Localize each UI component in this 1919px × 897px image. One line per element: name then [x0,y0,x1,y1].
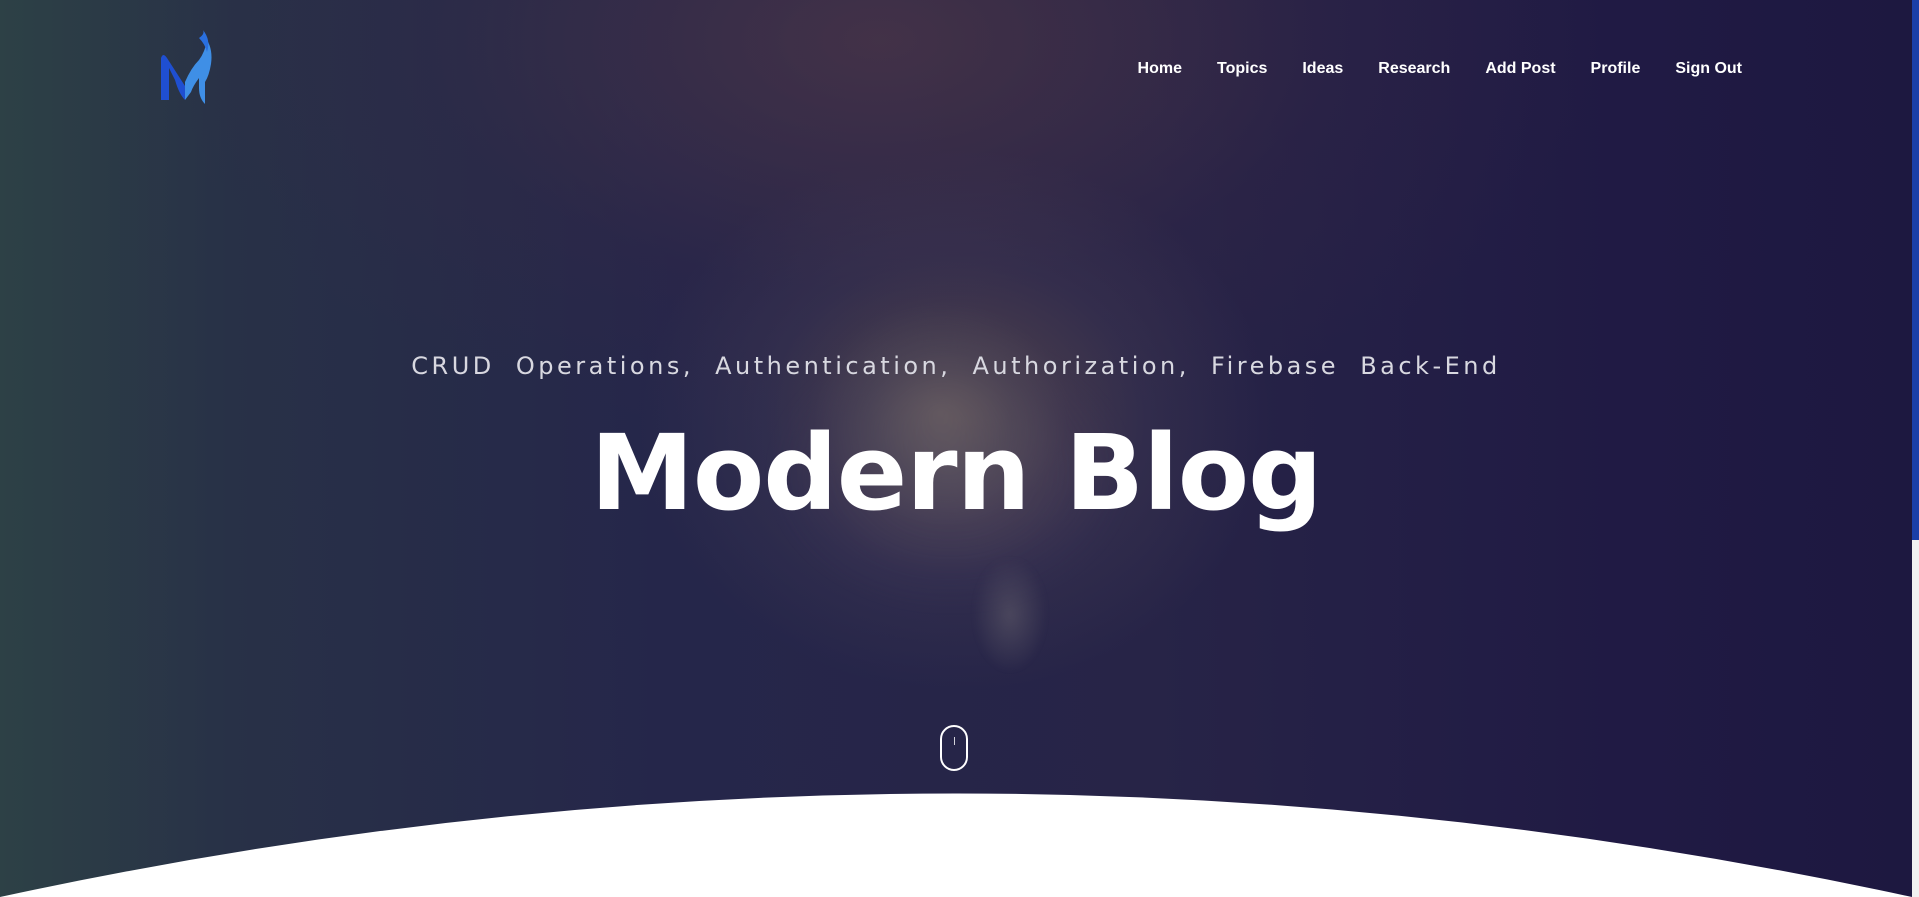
nav-add-post-link[interactable]: Add Post [1485,60,1555,78]
mouse-wheel-indicator [954,737,955,745]
page-scrollbar[interactable] [1912,0,1919,897]
nav-profile-link[interactable]: Profile [1591,60,1641,78]
nav-ideas-link[interactable]: Ideas [1302,60,1343,78]
hero-title: Modern Blog [590,412,1322,534]
scrollbar-thumb[interactable] [1912,0,1919,540]
hero-subtitle: CRUD Operations, Authentication, Authori… [411,352,1501,380]
nav-topics-link[interactable]: Topics [1217,60,1267,78]
brain-stem-image [975,560,1045,670]
nav-sign-out-link[interactable]: Sign Out [1675,60,1742,78]
hero-section: Home Topics Ideas Research Add Post Prof… [0,0,1912,897]
page: Home Topics Ideas Research Add Post Prof… [0,0,1919,897]
stylized-m-logo-icon[interactable] [155,30,215,110]
main-nav: Home Topics Ideas Research Add Post Prof… [1103,60,1742,78]
nav-research-link[interactable]: Research [1378,60,1450,78]
mouse-scroll-icon[interactable] [940,725,968,771]
nav-home-link[interactable]: Home [1138,60,1182,78]
